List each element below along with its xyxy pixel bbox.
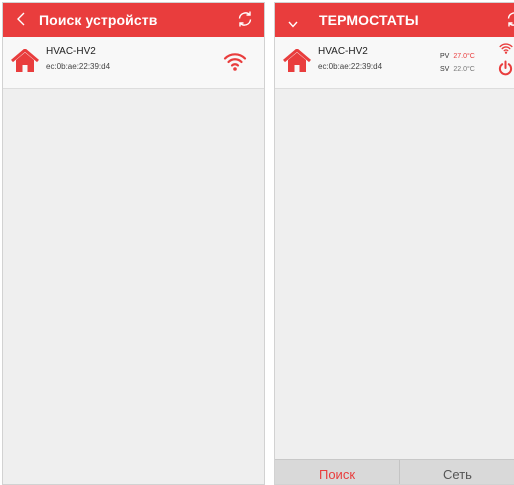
back-chevron-icon[interactable] (17, 12, 25, 31)
dropdown-chevron-icon[interactable] (288, 15, 298, 33)
thermostat-list-item[interactable]: HVAC-HV2 ec:0b:ae:22:39:d4 PV 27.0°C SV 22… (275, 37, 514, 89)
device-mac-address: ec:0b:ae:22:39:d4 (46, 62, 111, 71)
refresh-icon[interactable] (505, 10, 514, 33)
power-icon[interactable] (498, 60, 513, 81)
refresh-icon[interactable] (236, 10, 254, 33)
home-icon (11, 48, 39, 78)
tab-network[interactable]: Сеть (400, 460, 514, 484)
device-list-item[interactable]: HVAC-HV2 ec:0b:ae:22:39:d4 (3, 37, 264, 89)
app-bar: Поиск устройств (3, 3, 264, 37)
home-icon (283, 48, 311, 78)
device-mac-address: ec:0b:ae:22:39:d4 (318, 62, 383, 71)
sv-value: 22.0°C (453, 66, 475, 73)
search-devices-screen: Поиск устройств HVAC-HV2 ec:0b:ae:22:39:… (2, 2, 265, 485)
tab-search[interactable]: Поиск (275, 460, 400, 484)
page-title: Поиск устройств (39, 12, 158, 28)
sv-readout: SV 22.0°C (440, 66, 475, 73)
pv-label: PV (440, 53, 450, 60)
app-bar: ТЕРМОСТАТЫ (275, 3, 514, 37)
bottom-tab-bar: Поиск Сеть (275, 459, 514, 484)
pv-readout: PV 27.0°C (440, 53, 475, 60)
device-name: HVAC-HV2 (318, 46, 368, 57)
thermostats-screen: ТЕРМОСТАТЫ HVAC-HV2 ec:0b:ae:22:39:d4 PV… (274, 2, 514, 485)
wifi-icon[interactable] (499, 41, 513, 59)
page-title: ТЕРМОСТАТЫ (319, 12, 419, 28)
wifi-icon[interactable] (223, 51, 247, 76)
pv-value: 27.0°C (453, 53, 475, 60)
sv-label: SV (440, 66, 450, 73)
device-name: HVAC-HV2 (46, 46, 96, 57)
